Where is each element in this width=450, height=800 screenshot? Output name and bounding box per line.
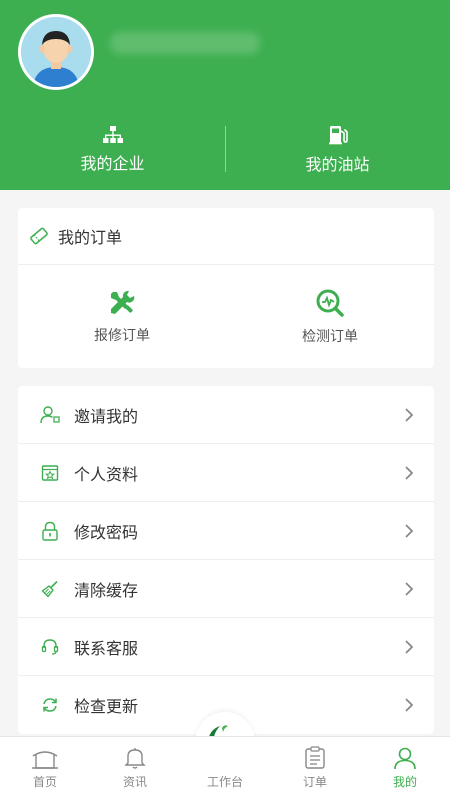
chevron-right-icon <box>405 698 414 712</box>
avatar-boy-icon <box>21 17 91 87</box>
org-chart-icon <box>102 126 123 143</box>
orders-grid: 报修订单 检测订单 <box>18 265 434 368</box>
menu-item-label: 清除缓存 <box>74 580 139 600</box>
menu-item-label: 联系客服 <box>74 638 139 658</box>
menu-item-label: 个人资料 <box>74 464 139 484</box>
menu-item-personal-info[interactable]: 个人资料 <box>18 444 434 502</box>
settings-menu: 邀请我的 个人资料 修改密码 清除缓存 联系客服 检查更新 <box>18 386 434 734</box>
avatar[interactable] <box>18 14 94 90</box>
my-orders-header[interactable]: 我的订单 <box>18 208 434 265</box>
tab-label: 订单 <box>302 775 327 789</box>
broom-icon <box>41 580 58 598</box>
home-icon <box>32 751 58 769</box>
tab-label: 资讯 <box>122 775 147 789</box>
tab-home[interactable]: 首页 <box>0 737 90 800</box>
inspection-search-icon <box>316 289 344 317</box>
bell-icon <box>124 748 146 769</box>
chevron-right-icon <box>405 465 414 480</box>
menu-item-change-password[interactable]: 修改密码 <box>18 502 434 560</box>
tab-orders[interactable]: 订单 <box>270 737 360 800</box>
lock-icon <box>42 521 58 541</box>
tab-news[interactable]: 资讯 <box>90 737 180 800</box>
menu-item-invited-by-me[interactable]: 邀请我的 <box>18 386 434 444</box>
tab-label: 工作台 <box>206 775 243 789</box>
my-orders-card: 我的订单 报修订单 检测订单 <box>18 208 434 368</box>
user-icon <box>394 747 416 770</box>
gas-station-icon <box>328 126 348 145</box>
menu-item-label: 邀请我的 <box>74 406 139 426</box>
menu-item-contact-support[interactable]: 联系客服 <box>18 618 434 676</box>
profile-card-icon <box>41 464 59 481</box>
chevron-right-icon <box>405 407 414 422</box>
my-enterprise-button[interactable]: 我的企业 <box>0 122 225 178</box>
tab-label: 首页 <box>32 775 57 789</box>
chevron-right-icon <box>405 639 414 654</box>
tab-mine[interactable]: 我的 <box>360 737 450 800</box>
bottom-tab-bar: 首页 资讯 工作台 订单 我的 <box>0 736 450 800</box>
ticket-icon <box>30 227 48 245</box>
inspection-orders-button[interactable]: 检测订单 <box>226 265 434 368</box>
refresh-icon <box>43 698 57 712</box>
inspection-orders-label: 检测订单 <box>302 328 358 345</box>
tab-workbench[interactable]: 工作台 <box>180 737 270 800</box>
headset-icon <box>41 638 59 655</box>
header-nav: 我的企业 我的油站 <box>0 122 450 178</box>
profile-header: 我的企业 我的油站 <box>0 0 450 190</box>
my-enterprise-label: 我的企业 <box>80 154 145 173</box>
chevron-right-icon <box>405 523 414 538</box>
order-list-icon <box>305 746 325 769</box>
menu-item-label: 修改密码 <box>74 522 139 542</box>
invite-user-icon <box>40 405 60 423</box>
username-redacted <box>110 32 260 54</box>
my-gas-station-label: 我的油站 <box>305 155 370 174</box>
repair-orders-label: 报修订单 <box>94 327 150 344</box>
my-orders-title: 我的订单 <box>58 228 123 247</box>
repair-orders-button[interactable]: 报修订单 <box>18 265 226 368</box>
repair-tools-icon <box>111 290 135 314</box>
menu-item-clear-cache[interactable]: 清除缓存 <box>18 560 434 618</box>
chevron-right-icon <box>405 581 414 596</box>
menu-item-label: 检查更新 <box>74 697 139 716</box>
header-divider <box>225 126 226 172</box>
my-gas-station-button[interactable]: 我的油站 <box>225 122 450 178</box>
tab-label: 我的 <box>392 775 417 789</box>
